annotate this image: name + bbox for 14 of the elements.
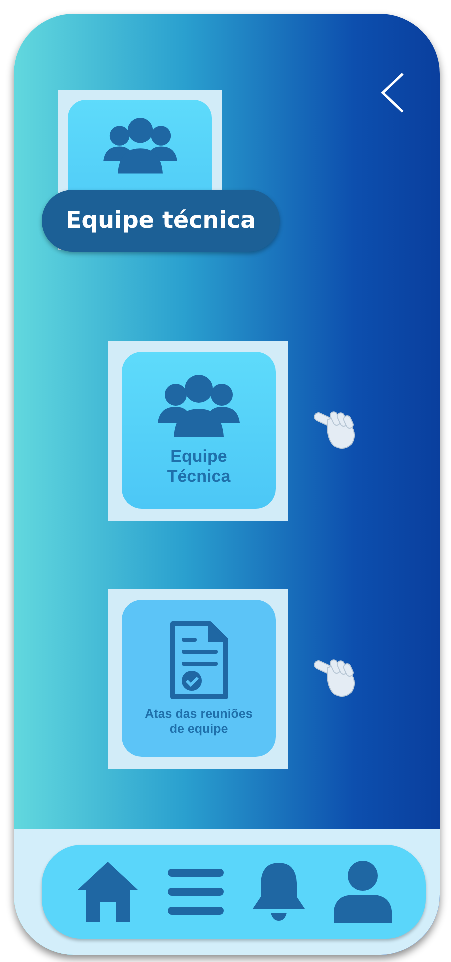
menu-nav-button[interactable]: [168, 869, 224, 915]
bell-nav-button[interactable]: [252, 861, 306, 923]
pointing-hand-icon: [314, 410, 358, 452]
page-title: Equipe técnica: [42, 190, 280, 252]
menu-card[interactable]: Equipe Técnica: [122, 352, 276, 509]
home-nav-button[interactable]: [76, 860, 140, 924]
home-icon: [76, 860, 140, 924]
menu-card[interactable]: Atas das reuniões de equipe: [122, 600, 276, 757]
user-icon: [334, 861, 392, 923]
bell-icon: [252, 861, 306, 923]
menu-icon: [168, 869, 224, 915]
document-icon: [168, 621, 230, 702]
user-nav-button[interactable]: [334, 861, 392, 923]
pointing-hand-icon: [314, 658, 358, 700]
